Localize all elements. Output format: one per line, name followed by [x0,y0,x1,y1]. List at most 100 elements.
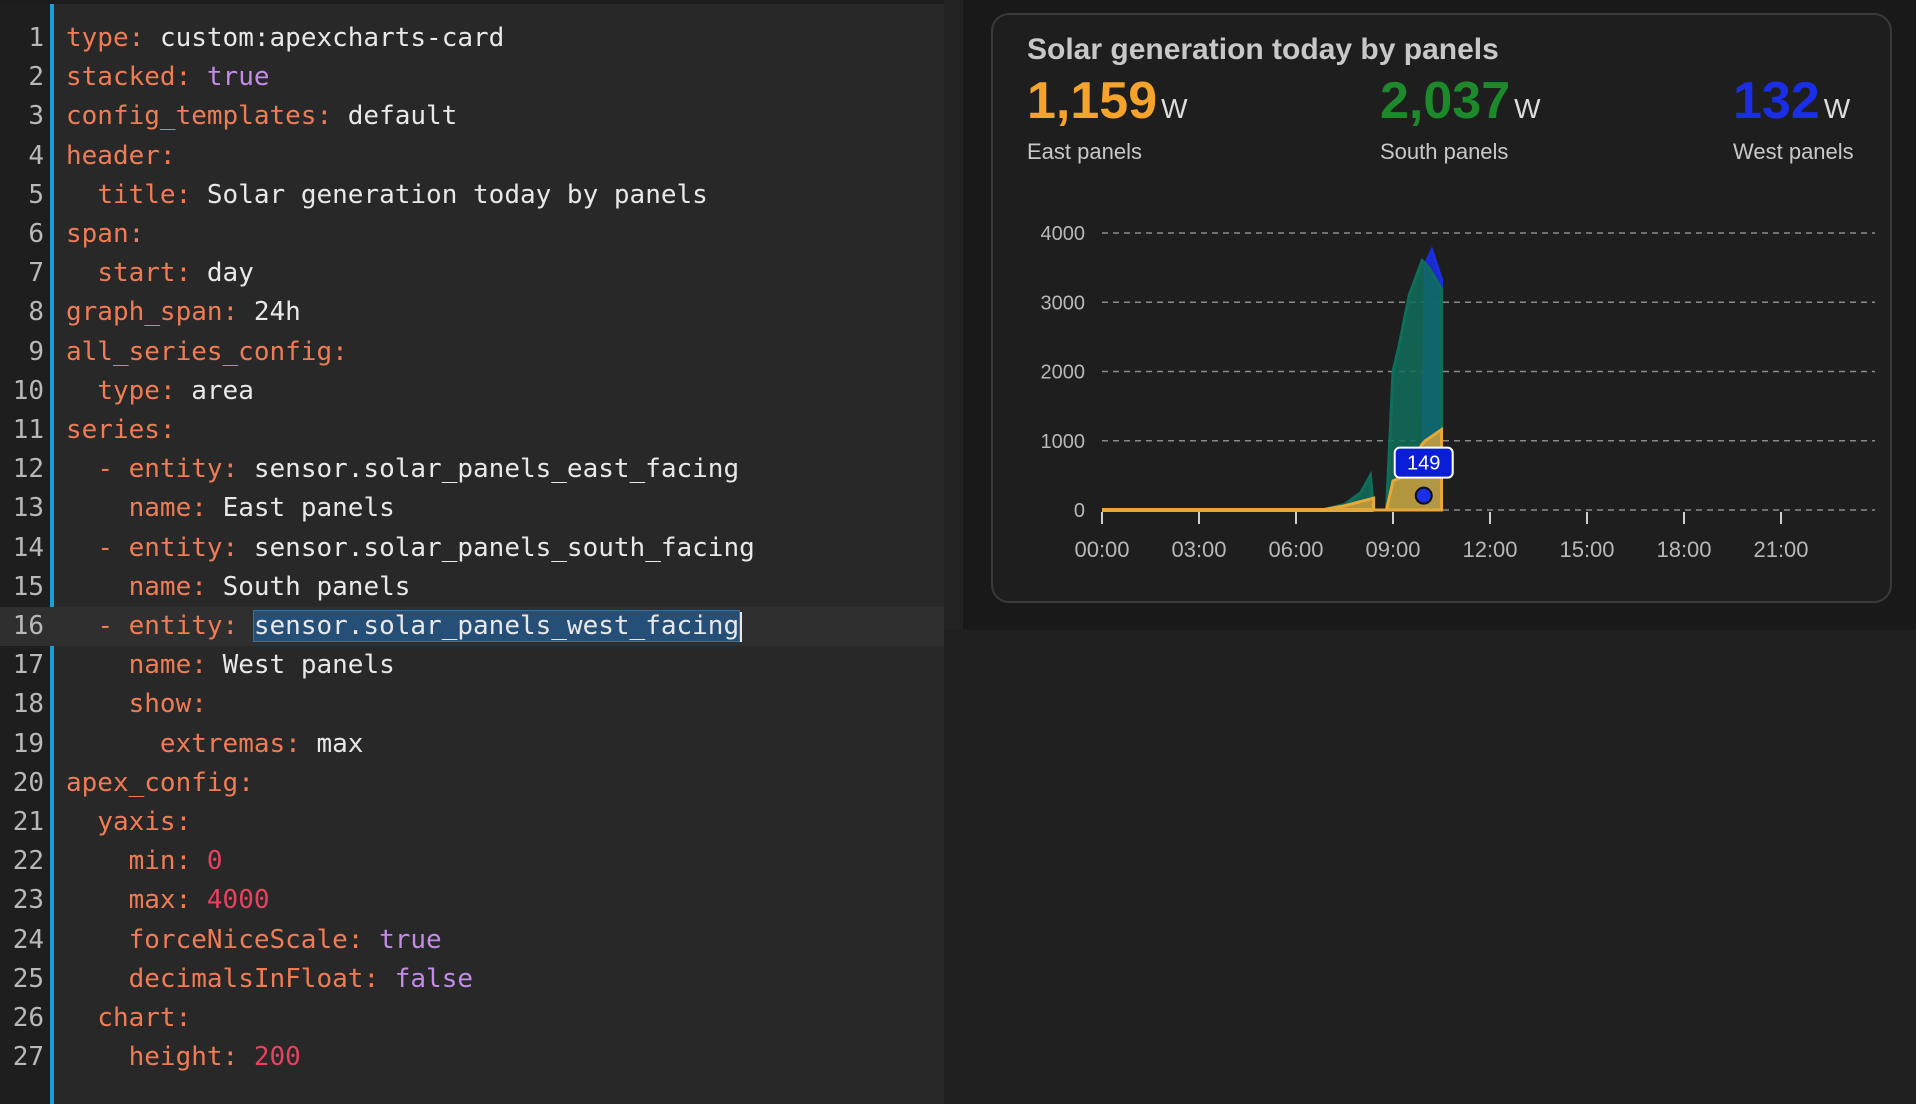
code-text[interactable]: - entity: sensor.solar_panels_east_facin… [66,450,739,489]
code-text[interactable]: apex_config: [66,764,254,803]
editor-line[interactable]: 16 - entity: sensor.solar_panels_west_fa… [0,607,944,646]
code-text[interactable]: name: West panels [66,646,395,685]
yaml-key: extremas [159,728,286,759]
editor-line[interactable]: 26 chart: [0,999,944,1038]
code-text[interactable]: yaxis: [66,803,191,842]
editor-line[interactable]: 13 name: East panels [0,489,944,528]
editor-line[interactable]: 10 type: area [0,372,944,411]
line-number: 7 [28,258,44,289]
line-number: 12 [12,454,44,485]
x-tick-label: 00:00 [1074,537,1129,562]
yaml-value: South panels [222,571,411,602]
area-south-panels [1102,257,1443,512]
editor-line[interactable]: 3 config_templates: default [0,97,944,136]
yaml-key: yaxis [97,807,176,837]
line-number: 26 [12,1003,44,1033]
code-text[interactable]: show: [66,685,207,724]
editor-line[interactable]: 19 extremas: max [0,725,944,764]
yaml-value: 200 [253,1042,301,1073]
editor-line[interactable]: 25 decimalsInFloat: false [0,960,944,999]
yaml-key: title [97,179,176,210]
yaml-key: forceNiceScale [128,924,348,955]
editor-line[interactable]: 17 name: West panels [0,646,944,685]
editor-line[interactable]: 6 span: [0,215,944,254]
yaml-value: default [347,101,458,132]
x-tick-label: 21:00 [1753,537,1808,562]
yaml-key: all_series_config [66,336,333,367]
editor-line[interactable]: 7 start: day [0,254,944,293]
y-tick-label: 2000 [1041,362,1086,384]
code-text[interactable]: max: 4000 [66,881,270,920]
editor-line[interactable]: 22 min: 0 [0,842,944,881]
editor-line[interactable]: 2 stacked: true [0,58,944,97]
code-text[interactable]: name: South panels [66,568,411,607]
code-text[interactable]: height: 200 [66,1038,301,1077]
editor-line[interactable]: 8 graph_span: 24h [0,293,944,332]
line-number: 21 [12,807,44,837]
yaml-key: chart [97,1003,176,1033]
apexcharts-card: Solar generation today by panels 1,159 W … [991,13,1892,603]
code-text[interactable]: name: East panels [66,489,395,528]
yaml-key: show [128,689,192,720]
x-tick-label: 06:00 [1268,537,1323,562]
empty-area [944,630,1916,1104]
code-text[interactable]: - entity: sensor.solar_panels_west_facin… [66,607,743,646]
code-text[interactable]: - entity: sensor.solar_panels_south_faci… [66,529,755,568]
line-number: 24 [12,924,44,955]
code-text[interactable]: type: area [66,372,254,411]
yaml-value: West panels [222,650,395,681]
code-text[interactable]: start: day [66,254,254,293]
yaml-key: min [128,846,176,877]
y-tick-label: 0 [1074,500,1085,522]
line-number: 19 [12,728,44,759]
line-number: 18 [12,689,44,720]
code-text[interactable]: forceNiceScale: true [66,921,442,960]
yaml-value: 24h [253,297,301,328]
editor-line[interactable]: 12 - entity: sensor.solar_panels_east_fa… [0,450,944,489]
code-text[interactable]: min: 0 [66,842,223,881]
code-text[interactable]: graph_span: 24h [66,293,301,332]
yaml-key: config_templates [66,101,317,132]
editor-line[interactable]: 15 name: South panels [0,568,944,607]
yaml-key: apex_config [66,767,239,798]
yaml-key: entity [128,611,223,641]
editor-line[interactable]: 21 yaxis: [0,803,944,842]
code-text[interactable]: stacked: true [66,58,270,97]
code-text[interactable]: series: [66,411,176,450]
editor-line[interactable]: 23 max: 4000 [0,881,944,920]
yaml-value: custom:apexcharts-card [159,23,505,53]
line-number: 25 [12,963,44,994]
yaml-key: name [128,493,192,524]
yaml-key: series [66,415,160,445]
code-text[interactable]: span: [66,215,144,254]
editor-line[interactable]: 11 series: [0,411,944,450]
y-tick-label: 3000 [1041,292,1086,314]
code-text[interactable]: type: custom:apexcharts-card [66,19,504,58]
code-text[interactable]: title: Solar generation today by panels [66,176,708,215]
solar-area-chart[interactable]: 0 1000 2000 3000 4000 00:00 03:00 06:00 09:00 12:… [993,15,1890,601]
line-number: 16 [12,611,44,641]
code-text[interactable]: chart: [66,999,191,1038]
editor-line[interactable]: 1 type: custom:apexcharts-card [0,19,944,58]
max-marker [1414,486,1433,505]
code-text[interactable]: header: [66,137,176,176]
code-text[interactable]: extremas: max [66,725,364,764]
line-number: 17 [12,650,44,681]
code-text[interactable]: config_templates: default [66,97,457,136]
line-number: 13 [12,493,44,524]
editor-line[interactable]: 5 title: Solar generation today by panel… [0,176,944,215]
editor-line[interactable]: 18 show: [0,685,944,724]
yaml-value: sensor.solar_panels_south_facing [253,532,755,563]
code-text[interactable]: decimalsInFloat: false [66,960,473,999]
yaml-value: East panels [222,493,395,524]
editor-line[interactable]: 20 apex_config: [0,764,944,803]
editor-line[interactable]: 9 all_series_config: [0,333,944,372]
code-editor[interactable]: 1 type: custom:apexcharts-card 2 stacked: t… [0,0,944,1104]
editor-line[interactable]: 4 header: [0,137,944,176]
editor-line[interactable]: 24 forceNiceScale: true [0,921,944,960]
editor-line[interactable]: 27 height: 200 [0,1038,944,1077]
code-text[interactable]: all_series_config: [66,333,348,372]
editor-line[interactable]: 14 - entity: sensor.solar_panels_south_f… [0,529,944,568]
line-number: 14 [12,532,44,563]
yaml-value: day [206,258,254,289]
